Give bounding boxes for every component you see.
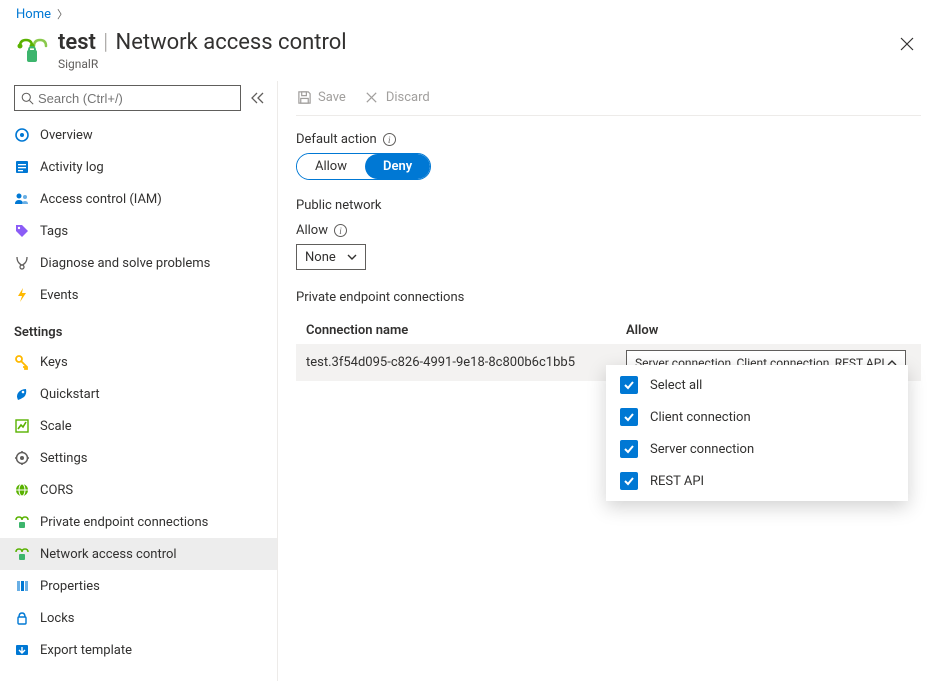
checkbox-checked-icon: [620, 376, 638, 394]
option-label: REST API: [650, 474, 704, 489]
sidebar-item-scale[interactable]: Scale: [0, 410, 277, 442]
sidebar-item-label: Keys: [40, 355, 68, 370]
sidebar-item-properties[interactable]: Properties: [0, 570, 277, 602]
main-panel: Save Discard Default action i Allow Deny…: [278, 81, 939, 681]
breadcrumb: Home 〉: [0, 0, 939, 26]
default-action-label: Default action i: [296, 132, 921, 147]
network-access-icon: [14, 546, 30, 562]
search-icon: [21, 92, 34, 105]
discard-label: Discard: [386, 90, 430, 105]
public-allow-label: Allow i: [296, 223, 921, 238]
sidebar-item-label: Activity log: [40, 160, 104, 175]
sidebar-item-label: Overview: [40, 128, 93, 143]
sidebar-item-settings[interactable]: Settings: [0, 442, 277, 474]
chevron-down-icon: [347, 254, 357, 261]
sidebar-item-label: CORS: [40, 483, 73, 498]
save-button[interactable]: Save: [296, 89, 346, 105]
toggle-deny[interactable]: Deny: [365, 154, 430, 179]
discard-icon: [364, 89, 380, 105]
save-label: Save: [318, 90, 346, 105]
sidebar-item-cors[interactable]: CORS: [0, 474, 277, 506]
sidebar-item-network-access-control[interactable]: Network access control: [0, 538, 277, 570]
toggle-allow[interactable]: Allow: [297, 154, 365, 179]
sidebar-item-quickstart[interactable]: Quickstart: [0, 378, 277, 410]
sidebar-item-label: Access control (IAM): [40, 192, 162, 207]
sidebar: Overview Activity log Access control (IA…: [0, 81, 278, 681]
sidebar-item-diagnose[interactable]: Diagnose and solve problems: [0, 247, 277, 279]
chevron-right-icon: 〉: [57, 6, 68, 22]
option-label: Client connection: [650, 410, 751, 425]
quickstart-icon: [14, 386, 30, 402]
sidebar-item-label: Events: [40, 288, 78, 303]
export-template-icon: [14, 642, 30, 658]
option-label: Select all: [650, 378, 702, 393]
search-input[interactable]: [38, 91, 234, 106]
page-header: test | Network access control SignalR: [0, 26, 939, 81]
events-icon: [14, 287, 30, 303]
keys-icon: [14, 354, 30, 370]
dropdown-value: None: [305, 250, 336, 265]
sidebar-item-label: Network access control: [40, 547, 177, 562]
checkbox-checked-icon: [620, 408, 638, 426]
private-endpoint-icon: [14, 514, 30, 530]
allow-dropdown-popup: Select all Client connection Server conn…: [606, 365, 908, 501]
cors-icon: [14, 482, 30, 498]
sidebar-item-access-control[interactable]: Access control (IAM): [0, 183, 277, 215]
resource-type-label: SignalR: [58, 57, 893, 71]
dropdown-option-server-connection[interactable]: Server connection: [606, 433, 908, 465]
signalr-icon: [16, 32, 48, 64]
activity-log-icon: [14, 159, 30, 175]
option-label: Server connection: [650, 442, 754, 457]
discard-button[interactable]: Discard: [364, 89, 430, 105]
dropdown-option-client-connection[interactable]: Client connection: [606, 401, 908, 433]
overview-icon: [14, 127, 30, 143]
properties-icon: [14, 578, 30, 594]
sidebar-item-events[interactable]: Events: [0, 279, 277, 311]
save-icon: [296, 89, 312, 105]
sidebar-search[interactable]: [14, 85, 241, 111]
sidebar-item-label: Properties: [40, 579, 100, 594]
sidebar-item-label: Diagnose and solve problems: [40, 256, 210, 271]
checkbox-checked-icon: [620, 472, 638, 490]
sidebar-item-label: Quickstart: [40, 387, 100, 402]
sidebar-item-label: Private endpoint connections: [40, 515, 208, 530]
sidebar-item-overview[interactable]: Overview: [0, 119, 277, 151]
breadcrumb-home[interactable]: Home: [16, 7, 51, 22]
info-icon[interactable]: i: [383, 133, 396, 146]
sidebar-item-activity-log[interactable]: Activity log: [0, 151, 277, 183]
sidebar-item-tags[interactable]: Tags: [0, 215, 277, 247]
locks-icon: [14, 610, 30, 626]
scale-icon: [14, 418, 30, 434]
default-action-toggle[interactable]: Allow Deny: [296, 153, 431, 180]
diagnose-icon: [14, 255, 30, 271]
sidebar-item-export-template[interactable]: Export template: [0, 634, 277, 666]
dropdown-option-rest-api[interactable]: REST API: [606, 465, 908, 497]
sidebar-item-label: Tags: [40, 224, 68, 239]
close-button[interactable]: [893, 30, 921, 58]
dropdown-option-select-all[interactable]: Select all: [606, 369, 908, 401]
sidebar-item-label: Export template: [40, 643, 132, 658]
sidebar-group-settings: Settings: [0, 311, 277, 346]
settings-icon: [14, 450, 30, 466]
public-network-heading: Public network: [296, 198, 921, 213]
sidebar-item-label: Settings: [40, 451, 87, 466]
column-connection-name: Connection name: [306, 323, 626, 338]
collapse-sidebar-button[interactable]: [251, 92, 265, 104]
column-allow: Allow: [626, 323, 911, 338]
cell-connection-name: test.3f54d095-c826-4991-9e18-8c800b6c1bb…: [306, 355, 626, 370]
tags-icon: [14, 223, 30, 239]
info-icon[interactable]: i: [334, 224, 347, 237]
sidebar-item-keys[interactable]: Keys: [0, 346, 277, 378]
sidebar-item-label: Scale: [40, 419, 72, 434]
table-header: Connection name Allow: [296, 317, 921, 344]
toolbar: Save Discard: [296, 85, 921, 116]
public-allow-dropdown[interactable]: None: [296, 244, 366, 270]
checkbox-checked-icon: [620, 440, 638, 458]
sidebar-item-locks[interactable]: Locks: [0, 602, 277, 634]
sidebar-item-private-endpoints[interactable]: Private endpoint connections: [0, 506, 277, 538]
access-control-icon: [14, 191, 30, 207]
sidebar-item-label: Locks: [40, 611, 75, 626]
page-title: test | Network access control: [58, 30, 893, 55]
pec-heading: Private endpoint connections: [296, 290, 921, 305]
